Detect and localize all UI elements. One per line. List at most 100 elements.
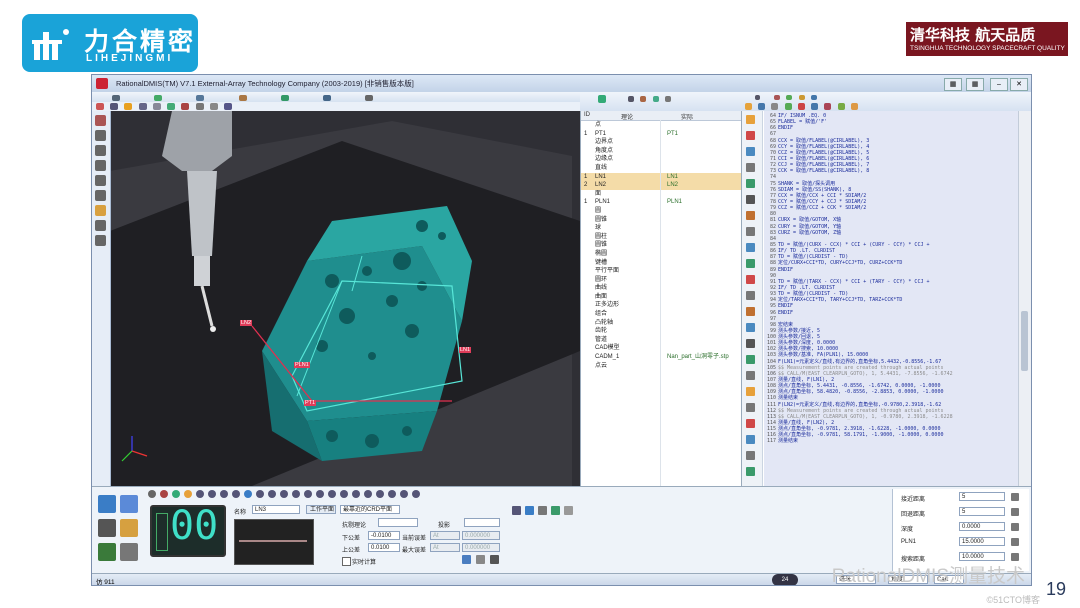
tree-row[interactable]: 凸轮轴 [581, 319, 742, 328]
save-icon[interactable] [758, 102, 766, 110]
camera-icon[interactable] [224, 103, 233, 110]
param-edit-icon[interactable] [1011, 508, 1019, 516]
tab-icon-settings[interactable] [365, 95, 374, 101]
realtime-checkbox[interactable] [342, 557, 351, 566]
side-tool-icon-3[interactable] [95, 145, 106, 156]
paste-icon[interactable] [784, 102, 792, 110]
feature-type-icon[interactable] [232, 490, 240, 498]
tree-row[interactable]: 曲面 [581, 293, 742, 302]
gutter-tool-icon-13[interactable] [746, 307, 755, 316]
prog-tool-icon-4[interactable] [798, 94, 805, 100]
prog-tool-icon-3[interactable] [786, 94, 793, 100]
open-icon[interactable] [745, 102, 752, 110]
feature-type-icon[interactable] [208, 490, 216, 498]
rotate-view-icon[interactable] [124, 103, 133, 110]
minimize-button[interactable]: – [990, 78, 1008, 91]
gutter-tool-icon-3[interactable] [746, 147, 755, 156]
side-tool-icon-5[interactable] [95, 175, 106, 186]
tree-row[interactable]: 管道 [581, 336, 742, 345]
feature-type-icon[interactable] [220, 490, 228, 498]
scrollbar-thumb[interactable] [1021, 311, 1028, 371]
plane-select[interactable]: 最靠近的CRD平面 [340, 505, 400, 514]
param-value[interactable]: 15.0000 [959, 537, 1005, 546]
gutter-tool-icon-4[interactable] [746, 163, 755, 172]
feature-type-icon[interactable] [280, 490, 288, 498]
tree-row[interactable]: 圆锥 [581, 216, 742, 225]
feature-type-icon[interactable] [256, 490, 264, 498]
side-tool-icon[interactable] [95, 115, 106, 126]
edit-icon[interactable] [850, 102, 858, 110]
side-tool-icon-7[interactable] [95, 205, 106, 216]
tree-row[interactable]: 1 LN1 LN1 [581, 172, 742, 182]
feature-type-icon[interactable] [172, 490, 180, 498]
projection-field[interactable] [464, 518, 500, 527]
gutter-tool-icon-7[interactable] [746, 211, 755, 220]
tab-icon-home[interactable] [112, 95, 120, 101]
gutter-tool-icon-6[interactable] [746, 195, 755, 204]
feature-type-icon[interactable] [400, 490, 408, 498]
tree-row[interactable]: 2 LN2 LN2 [581, 181, 742, 190]
feature-type-icon[interactable] [244, 490, 252, 498]
cad-3d-view[interactable]: LN2 LN1 PLN1 PT1 [92, 111, 580, 486]
feature-type-icon[interactable] [184, 490, 192, 498]
tree-tool-icon[interactable] [628, 96, 635, 102]
feature-type-icon[interactable] [412, 490, 420, 498]
print-icon[interactable] [209, 103, 218, 110]
gutter-tool-icon-14[interactable] [746, 323, 755, 332]
tab-icon-cad[interactable] [323, 95, 332, 101]
tab-icon-feature[interactable] [196, 95, 205, 101]
code-line[interactable]: 117 测量结束 [767, 438, 1018, 444]
mode-part-icon[interactable] [120, 519, 138, 537]
action-icon-4[interactable] [551, 506, 560, 515]
tree-row[interactable]: 圆锥 [581, 241, 742, 250]
close-button[interactable]: ✕ [1010, 78, 1028, 91]
probe-view-icon[interactable] [181, 103, 190, 110]
feature-type-icon[interactable] [376, 490, 384, 498]
feature-type-icon[interactable] [160, 490, 168, 498]
param-edit-icon[interactable] [1011, 553, 1019, 561]
action-icon-3[interactable] [538, 506, 547, 515]
gutter-tool-icon-23[interactable] [746, 467, 755, 476]
tab-icon-report[interactable] [280, 95, 289, 101]
window-option-button[interactable]: ▦ [944, 78, 962, 91]
tree-filter-icon[interactable] [598, 95, 606, 103]
feature-type-icon[interactable] [196, 490, 204, 498]
param-edit-icon[interactable] [1011, 538, 1019, 546]
workplane-button[interactable]: 工作平面 [306, 505, 336, 514]
lower-tol-field[interactable]: -0.0100 [368, 531, 400, 540]
tree-row[interactable]: 点云 [581, 362, 742, 371]
tree-row[interactable]: 1 PT1 PT1 [581, 130, 742, 139]
param-value[interactable]: 10.0000 [959, 552, 1005, 561]
delete-icon[interactable] [797, 102, 805, 110]
label-ln2[interactable]: LN2 [240, 320, 253, 326]
mode-plane-icon[interactable] [120, 495, 138, 513]
feature-type-icon[interactable] [328, 490, 336, 498]
param-edit-icon[interactable] [1011, 523, 1019, 531]
feature-type-icon[interactable] [304, 490, 312, 498]
param-edit-icon[interactable] [1011, 493, 1019, 501]
gutter-tool-icon-5[interactable] [746, 179, 755, 188]
feature-type-icon[interactable] [352, 490, 360, 498]
gutter-tool-icon-21[interactable] [746, 435, 755, 444]
tree-row[interactable]: 齿轮 [581, 327, 742, 336]
tree-row[interactable]: 角度点 [581, 147, 742, 156]
tree-row[interactable]: 圆柱 [581, 233, 742, 242]
gutter-tool-icon-10[interactable] [746, 259, 755, 268]
tree-tool-icon-4[interactable] [664, 96, 671, 102]
prog-tool-icon[interactable] [755, 94, 760, 100]
tab-icon-probe[interactable] [154, 95, 163, 101]
tree-row[interactable]: 点 [581, 121, 742, 130]
mode-learn-icon[interactable] [98, 495, 116, 513]
tree-row[interactable]: 直线 [581, 164, 742, 173]
fit-view-icon[interactable] [152, 103, 161, 110]
prog-tool-icon-5[interactable] [810, 94, 817, 100]
stop-icon[interactable] [824, 102, 832, 110]
mode-probe-icon[interactable] [98, 519, 116, 537]
gutter-tool-icon-22[interactable] [746, 451, 755, 460]
side-tool-icon-2[interactable] [95, 130, 106, 141]
tree-row[interactable]: 键槽 [581, 259, 742, 268]
tab-icon-tolerance[interactable] [238, 95, 247, 101]
feature-type-icon[interactable] [364, 490, 372, 498]
gutter-tool-icon-2[interactable] [746, 131, 755, 140]
side-tool-icon-6[interactable] [95, 190, 106, 201]
